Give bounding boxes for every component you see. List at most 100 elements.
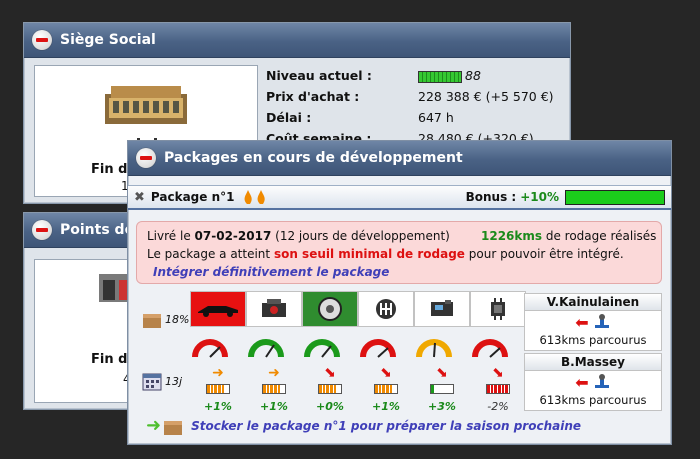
siege-header: Siège Social (24, 23, 570, 58)
driver-name: B.Massey (525, 354, 661, 371)
stat-row-niveau: Niveau actuel : 88 (266, 65, 598, 86)
stat-label: Prix d'achat : (266, 89, 360, 104)
gauge-icon (472, 339, 508, 358)
trend-down-icon: ⬊ (492, 365, 504, 381)
gauge-icon (248, 339, 284, 358)
siege-title: Siège Social (60, 32, 156, 48)
bonus-label: Bonus : (465, 190, 517, 204)
progress-percent: 18% (142, 309, 189, 329)
driver-km: 613kms parcourus (539, 333, 647, 347)
arrow-left-icon[interactable]: ⬅ (575, 313, 588, 332)
mini-progress-bar (486, 384, 510, 394)
store-text: Stocker le package n°1 pour préparer la … (191, 418, 582, 433)
trend-right-icon: ➜ (268, 365, 280, 381)
chip-icon (470, 291, 526, 327)
days-left-value: 13j (165, 374, 183, 388)
mini-progress-bar (374, 384, 398, 394)
kms-line: 1226kms de rodage réalisés (481, 229, 656, 243)
days-left: 13j (142, 371, 182, 391)
siege-stats: Niveau actuel : 88 Prix d'achat : 228 38… (266, 65, 598, 149)
trend-down-icon: ⬊ (436, 365, 448, 381)
integrate-link[interactable]: Intégrer définitivement le package (153, 265, 389, 279)
level-number: 88 (465, 68, 481, 83)
gauge-icon (416, 339, 452, 358)
level-bar (418, 70, 462, 83)
arrow-left-icon[interactable]: ⬅ (575, 373, 588, 392)
mini-progress-bar (262, 384, 286, 394)
package-label: Package n°1 (150, 190, 235, 204)
mini-progress-bar (206, 384, 230, 394)
car-lift-icon (594, 314, 609, 328)
points-fin-label: Fin d (91, 352, 128, 367)
component-chassis[interactable]: ➜ +1% (190, 291, 246, 413)
electronics-box-icon (414, 291, 470, 327)
store-package-link[interactable]: ➜ Stocker le package n°1 pour préparer l… (146, 415, 581, 436)
driver-card: B.Massey ⬅ 613kms parcourus (524, 353, 662, 411)
building-icon (105, 86, 187, 124)
collapse-icon[interactable] (32, 220, 52, 240)
collapse-icon[interactable] (136, 148, 156, 168)
trend-down-icon: ⬊ (324, 365, 336, 381)
trend-down-icon: ⬊ (380, 365, 392, 381)
component-change: +1% (204, 400, 232, 413)
component-brake[interactable]: ⬊ +0% (302, 291, 358, 413)
driver-card: V.Kainulainen ⬅ 613kms parcourus (524, 293, 662, 351)
mini-progress-bar (430, 384, 454, 394)
chassis-icon (190, 291, 246, 327)
stat-value: 88 (418, 68, 598, 83)
component-electronics[interactable]: ⬊ +3% (414, 291, 470, 413)
gauge-icon (360, 339, 396, 358)
component-change: +0% (316, 400, 344, 413)
arrow-right-icon: ➜ (146, 415, 162, 436)
points-title: Points de (60, 222, 135, 238)
trend-right-icon: ➜ (212, 365, 224, 381)
gauge-icon (304, 339, 340, 358)
component-engine[interactable]: ➜ +1% (246, 291, 302, 413)
gauge-icon (192, 339, 228, 358)
driver-name: V.Kainulainen (525, 294, 661, 311)
packages-title: Packages en cours de développement (164, 150, 463, 166)
threshold-highlight: son seuil minimal de rodage (273, 247, 465, 261)
package-bar: ✖ Package n°1 Bonus : +10% (128, 185, 671, 210)
stat-label: Niveau actuel : (266, 68, 372, 83)
siege-fin-label: Fin d (91, 162, 128, 177)
component-chip[interactable]: ⬊ -2% (470, 291, 526, 413)
stat-label: Délai : (266, 110, 312, 125)
component-change: +3% (428, 400, 456, 413)
driver-km: 613kms parcourus (539, 393, 647, 407)
flame-icon (245, 190, 266, 204)
box-icon (164, 420, 183, 435)
delivered-prefix: Livré le (147, 229, 191, 243)
component-change: +1% (372, 400, 400, 413)
stat-row-prix: Prix d'achat : 228 388 € (+5 570 €) (266, 86, 598, 107)
collapse-icon[interactable] (32, 30, 52, 50)
kms-suffix: de rodage réalisés (545, 229, 657, 243)
threshold-prefix: Le package a atteint (147, 247, 271, 261)
threshold-line: Le package a atteint son seuil minimal d… (147, 247, 624, 261)
percent-left: 18% (165, 312, 190, 326)
gearbox-icon (358, 291, 414, 327)
delivered-suffix: (12 jours de développement) (275, 229, 450, 243)
package-info-box: Livré le 07-02-2017 (12 jours de dévelop… (136, 221, 662, 284)
stat-value: 647 h (418, 110, 454, 125)
threshold-suffix: pour pouvoir être intégré. (468, 247, 624, 261)
kms-value: 1226kms (481, 229, 543, 243)
driver-transfer: ⬅ (525, 371, 661, 393)
mini-progress-bar (318, 384, 342, 394)
engine-icon (246, 291, 302, 327)
component-gearbox[interactable]: ⬊ +1% (358, 291, 414, 413)
wrench-icon[interactable]: ✖ (134, 190, 145, 205)
component-change: -2% (487, 400, 509, 413)
points-header: Points de (24, 213, 144, 248)
components-grid: ➜ +1% ➜ +1% ⬊ +0% ⬊ +1% ⬊ +3% ⬊ -2% (190, 291, 526, 413)
bonus-bar (565, 189, 665, 205)
calendar-icon (142, 373, 162, 391)
brake-icon (302, 291, 358, 327)
bonus-value: +10% (520, 190, 559, 204)
driver-transfer: ⬅ (525, 311, 661, 333)
delivered-line: Livré le 07-02-2017 (12 jours de dévelop… (147, 229, 450, 243)
component-change: +1% (260, 400, 288, 413)
delivered-date: 07-02-2017 (194, 229, 272, 243)
packages-header: Packages en cours de développement (128, 141, 671, 176)
stat-row-delai: Délai : 647 h (266, 107, 598, 128)
